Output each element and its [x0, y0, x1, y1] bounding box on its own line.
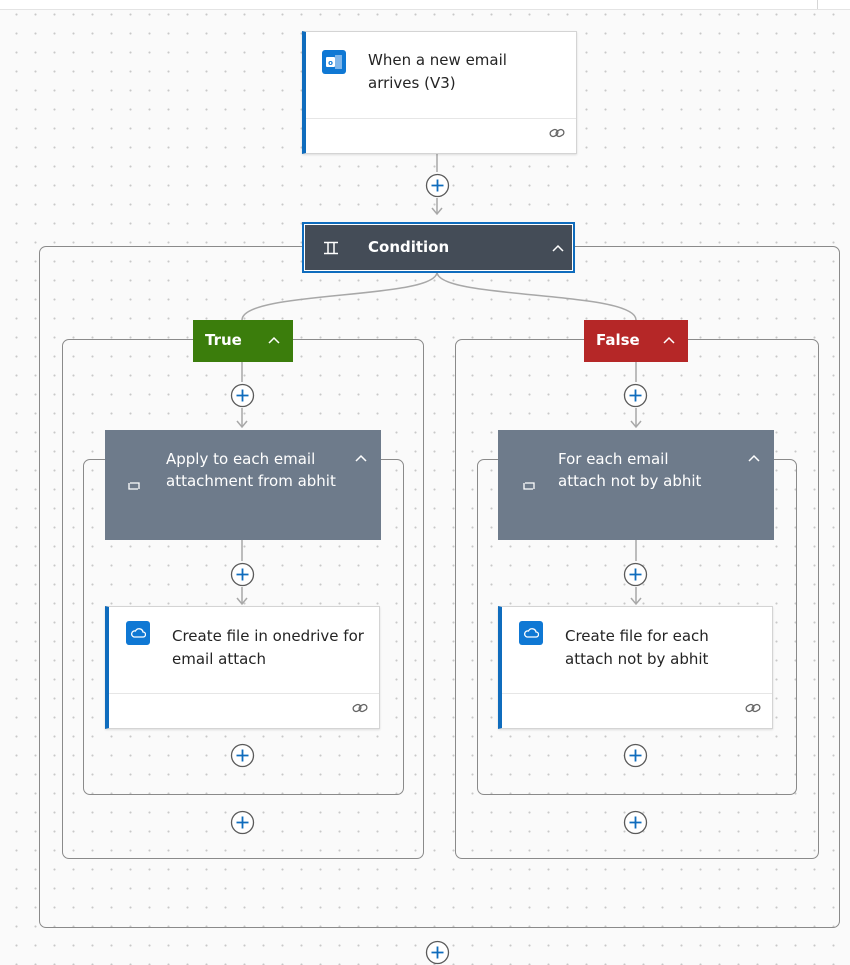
add-step-button[interactable] [230, 743, 255, 768]
link-icon[interactable] [745, 702, 761, 714]
true-branch-label: True [205, 331, 242, 349]
add-step-button[interactable] [230, 383, 255, 408]
true-action-card[interactable]: Create file in onedrive for email attach [105, 606, 380, 729]
add-step-button[interactable] [425, 940, 450, 965]
chevron-up-icon[interactable] [267, 336, 281, 345]
true-branch-header[interactable]: True [193, 320, 293, 362]
loop-icon [128, 482, 140, 490]
onedrive-icon [126, 621, 150, 645]
false-loop-title: For each email attach not by abhit [558, 450, 702, 490]
false-action-card[interactable]: Create file for each attach not by abhit [498, 606, 773, 729]
loop-icon [523, 482, 535, 490]
chevron-up-icon[interactable] [551, 244, 565, 253]
add-step-button[interactable] [425, 173, 450, 198]
outlook-icon: o [322, 50, 346, 74]
add-step-button[interactable] [230, 562, 255, 587]
add-step-button[interactable] [623, 810, 648, 835]
true-action-title: Create file in onedrive for email attach [172, 627, 364, 668]
true-loop-header[interactable]: Apply to each email attachment from abhi… [105, 430, 381, 540]
chevron-up-icon[interactable] [662, 336, 676, 345]
add-step-button[interactable] [623, 562, 648, 587]
false-branch-label: False [596, 331, 640, 349]
svg-text:o: o [328, 59, 333, 67]
condition-icon [324, 241, 338, 255]
link-icon[interactable] [549, 127, 565, 139]
trigger-title: When a new email arrives (V3) [368, 51, 507, 92]
false-action-title: Create file for each attach not by abhit [565, 627, 709, 668]
condition-title: Condition [368, 238, 450, 256]
add-step-button[interactable] [623, 743, 648, 768]
trigger-card[interactable]: o When a new email arrives (V3) [302, 31, 577, 154]
true-loop-title: Apply to each email attachment from abhi… [166, 450, 336, 490]
top-bar-divider [817, 0, 818, 9]
false-loop-header[interactable]: For each email attach not by abhit [498, 430, 774, 540]
chevron-up-icon[interactable] [747, 454, 761, 463]
link-icon[interactable] [352, 702, 368, 714]
add-step-button[interactable] [623, 383, 648, 408]
chevron-up-icon[interactable] [354, 454, 368, 463]
onedrive-icon [519, 621, 543, 645]
add-step-button[interactable] [230, 810, 255, 835]
false-branch-header[interactable]: False [584, 320, 688, 362]
condition-header[interactable]: Condition [302, 222, 575, 273]
top-bar [0, 0, 850, 10]
